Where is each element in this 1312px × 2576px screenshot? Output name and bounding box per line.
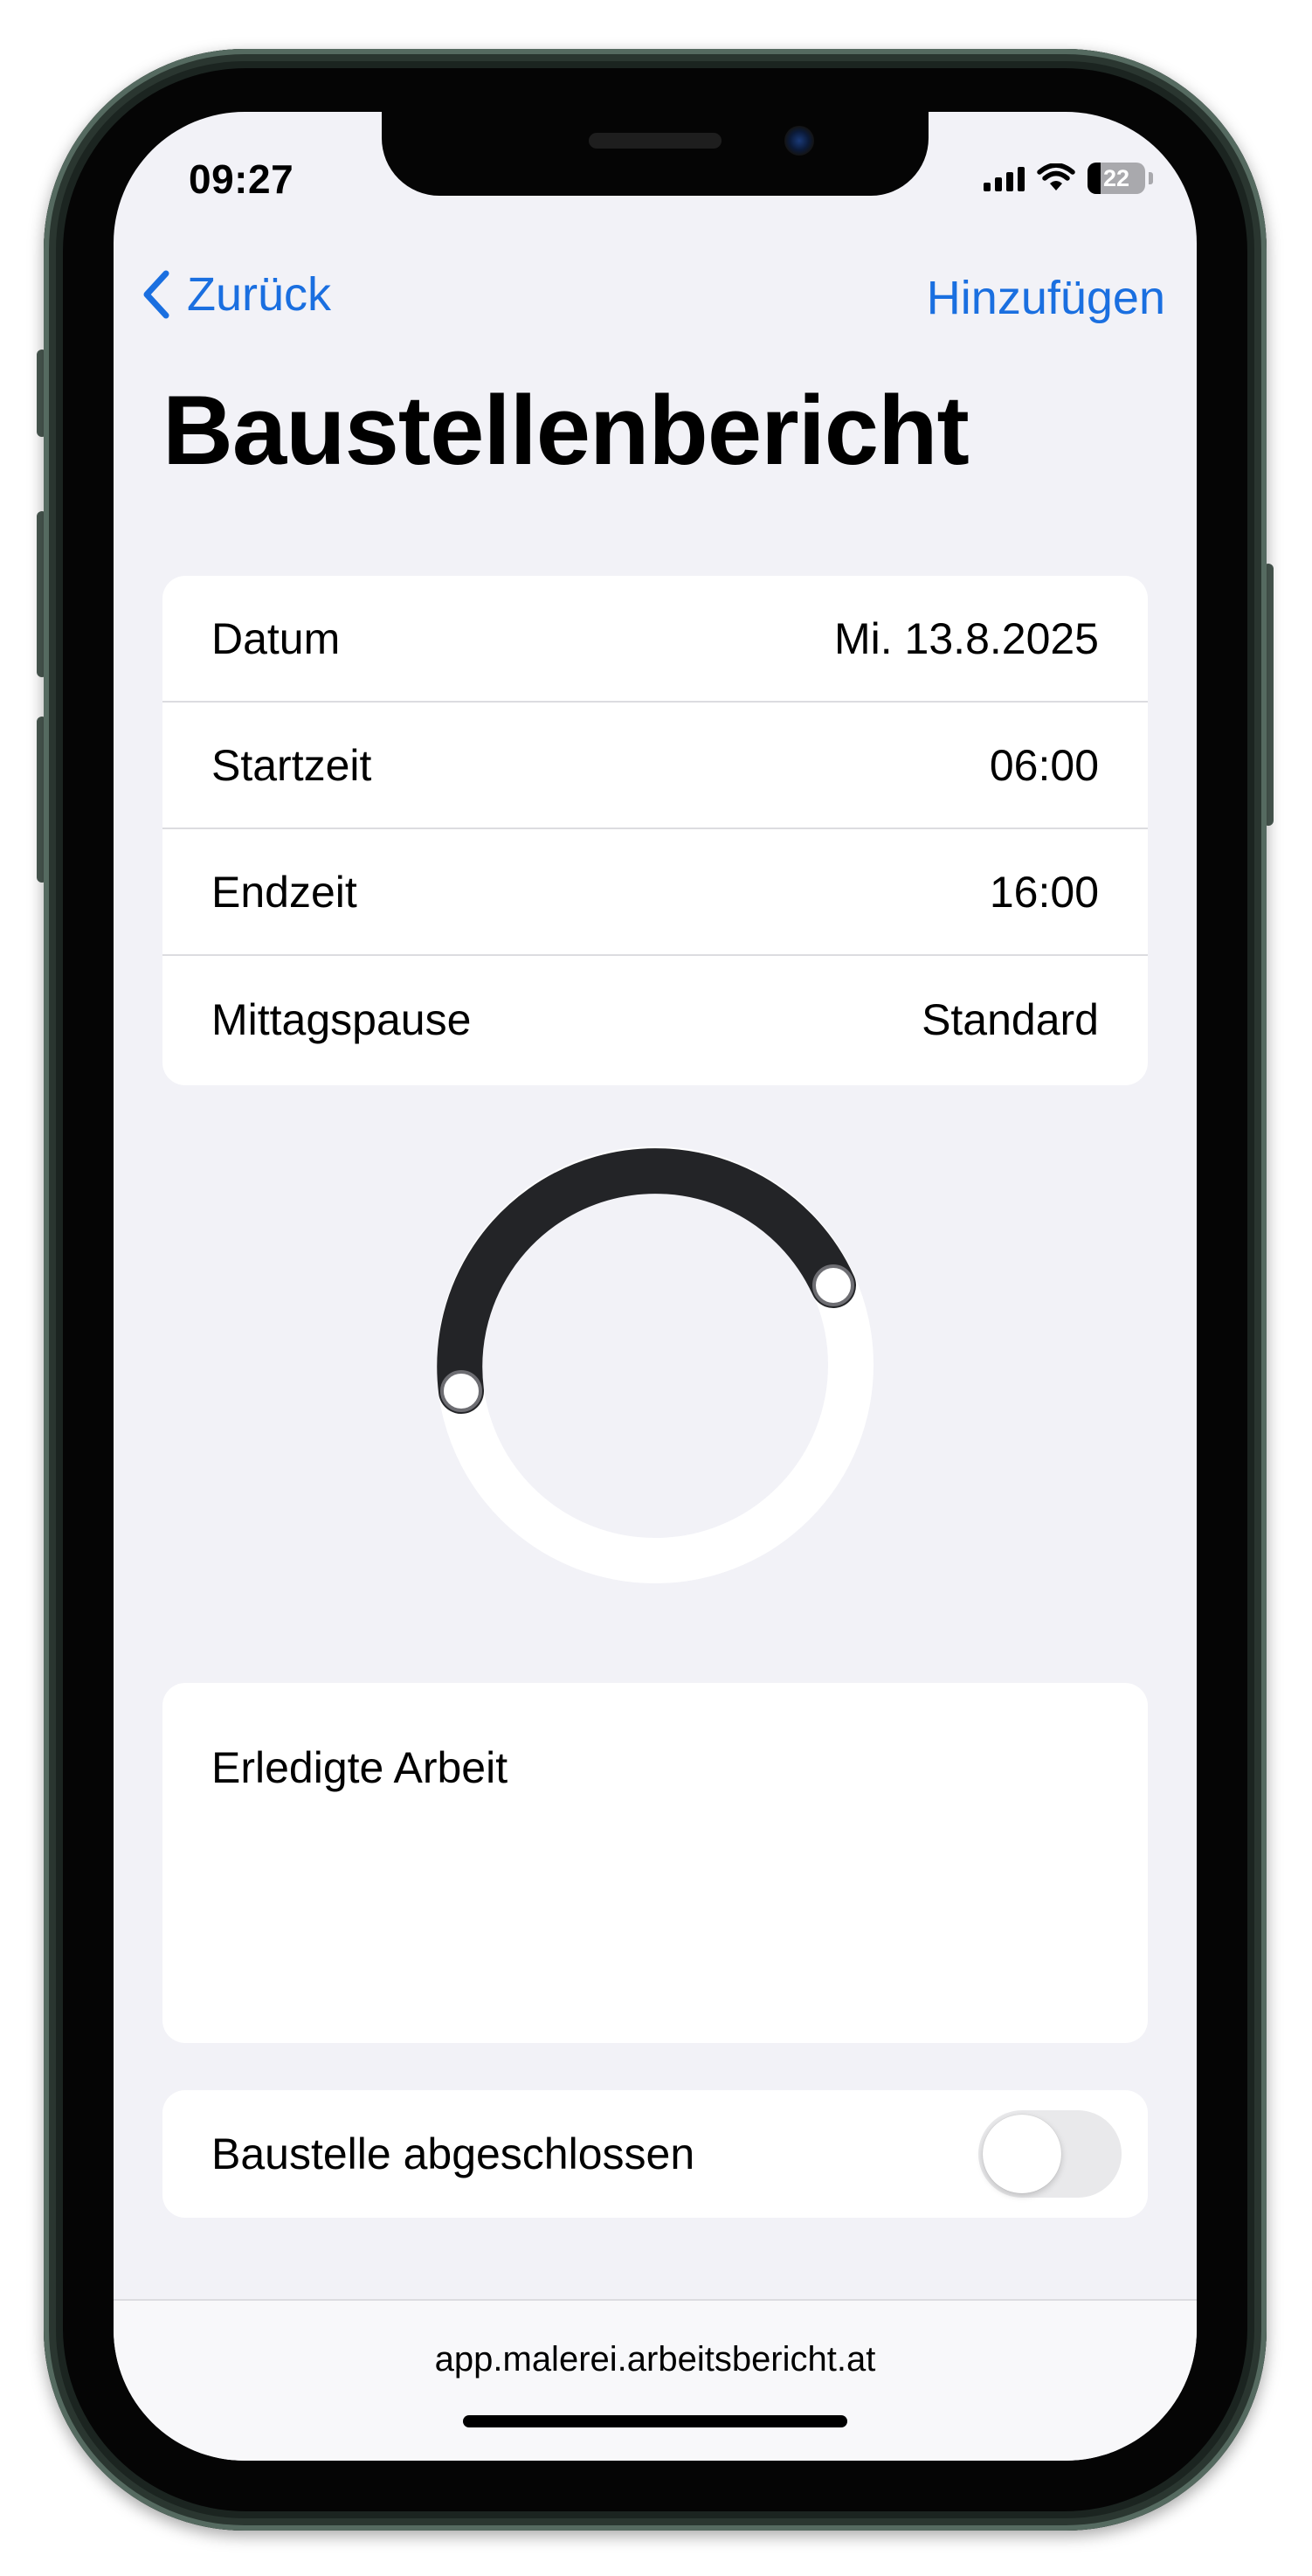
cellular-signal-icon bbox=[984, 165, 1025, 191]
page-title: Baustellenbericht bbox=[162, 376, 970, 485]
front-camera bbox=[784, 126, 814, 156]
lunch-break-row[interactable]: Mittagspause Standard bbox=[162, 956, 1148, 1083]
time-form-card: Datum Mi. 13.8.2025 Startzeit 06:00 Endz… bbox=[162, 576, 1148, 1085]
back-button[interactable]: Zurück bbox=[142, 267, 331, 322]
dial-start-handle[interactable] bbox=[440, 1370, 482, 1412]
site-completed-toggle[interactable] bbox=[978, 2110, 1122, 2198]
work-done-label: Erledigte Arbeit bbox=[211, 1743, 508, 1792]
date-row[interactable]: Datum Mi. 13.8.2025 bbox=[162, 576, 1148, 703]
battery-fill bbox=[1088, 163, 1101, 194]
start-time-label: Startzeit bbox=[211, 740, 372, 790]
chevron-left-icon bbox=[143, 270, 169, 319]
dial-arc bbox=[437, 1148, 856, 1414]
address-url[interactable]: app.malerei.arbeitsbericht.at bbox=[114, 2340, 1197, 2379]
back-label: Zurück bbox=[187, 268, 332, 321]
date-label: Datum bbox=[211, 613, 341, 663]
end-time-row[interactable]: Endzeit 16:00 bbox=[162, 829, 1148, 956]
site-completed-label: Baustelle abgeschlossen bbox=[211, 2129, 695, 2178]
earpiece-speaker bbox=[589, 133, 722, 149]
browser-address-bar bbox=[114, 2299, 1197, 2461]
work-done-field[interactable]: Erledigte Arbeit bbox=[162, 1683, 1148, 2043]
start-time-value[interactable]: 06:00 bbox=[990, 740, 1099, 791]
time-range-dial[interactable] bbox=[437, 1146, 874, 1583]
status-time: 09:27 bbox=[189, 156, 294, 202]
date-value[interactable]: Mi. 13.8.2025 bbox=[834, 613, 1099, 664]
battery-icon: 22 bbox=[1088, 163, 1145, 194]
site-completed-row: Baustelle abgeschlossen bbox=[162, 2090, 1148, 2218]
end-time-value[interactable]: 16:00 bbox=[990, 867, 1099, 918]
wifi-icon bbox=[1037, 163, 1075, 190]
screen: 09:27 22 Zurück Hinzufügen Baustellenber… bbox=[114, 112, 1197, 2461]
home-indicator[interactable] bbox=[463, 2415, 847, 2427]
notch bbox=[382, 112, 929, 196]
status-icons: 22 bbox=[984, 161, 1153, 196]
battery-level: 22 bbox=[1102, 164, 1130, 191]
dial-end-handle[interactable] bbox=[812, 1264, 854, 1306]
end-time-label: Endzeit bbox=[211, 867, 357, 917]
add-button[interactable]: Hinzufügen bbox=[927, 271, 1165, 325]
battery-tip bbox=[1149, 172, 1153, 184]
start-time-row[interactable]: Startzeit 06:00 bbox=[162, 703, 1148, 829]
lunch-break-label: Mittagspause bbox=[211, 994, 472, 1044]
lunch-break-value[interactable]: Standard bbox=[922, 994, 1099, 1045]
toggle-knob bbox=[983, 2115, 1061, 2193]
